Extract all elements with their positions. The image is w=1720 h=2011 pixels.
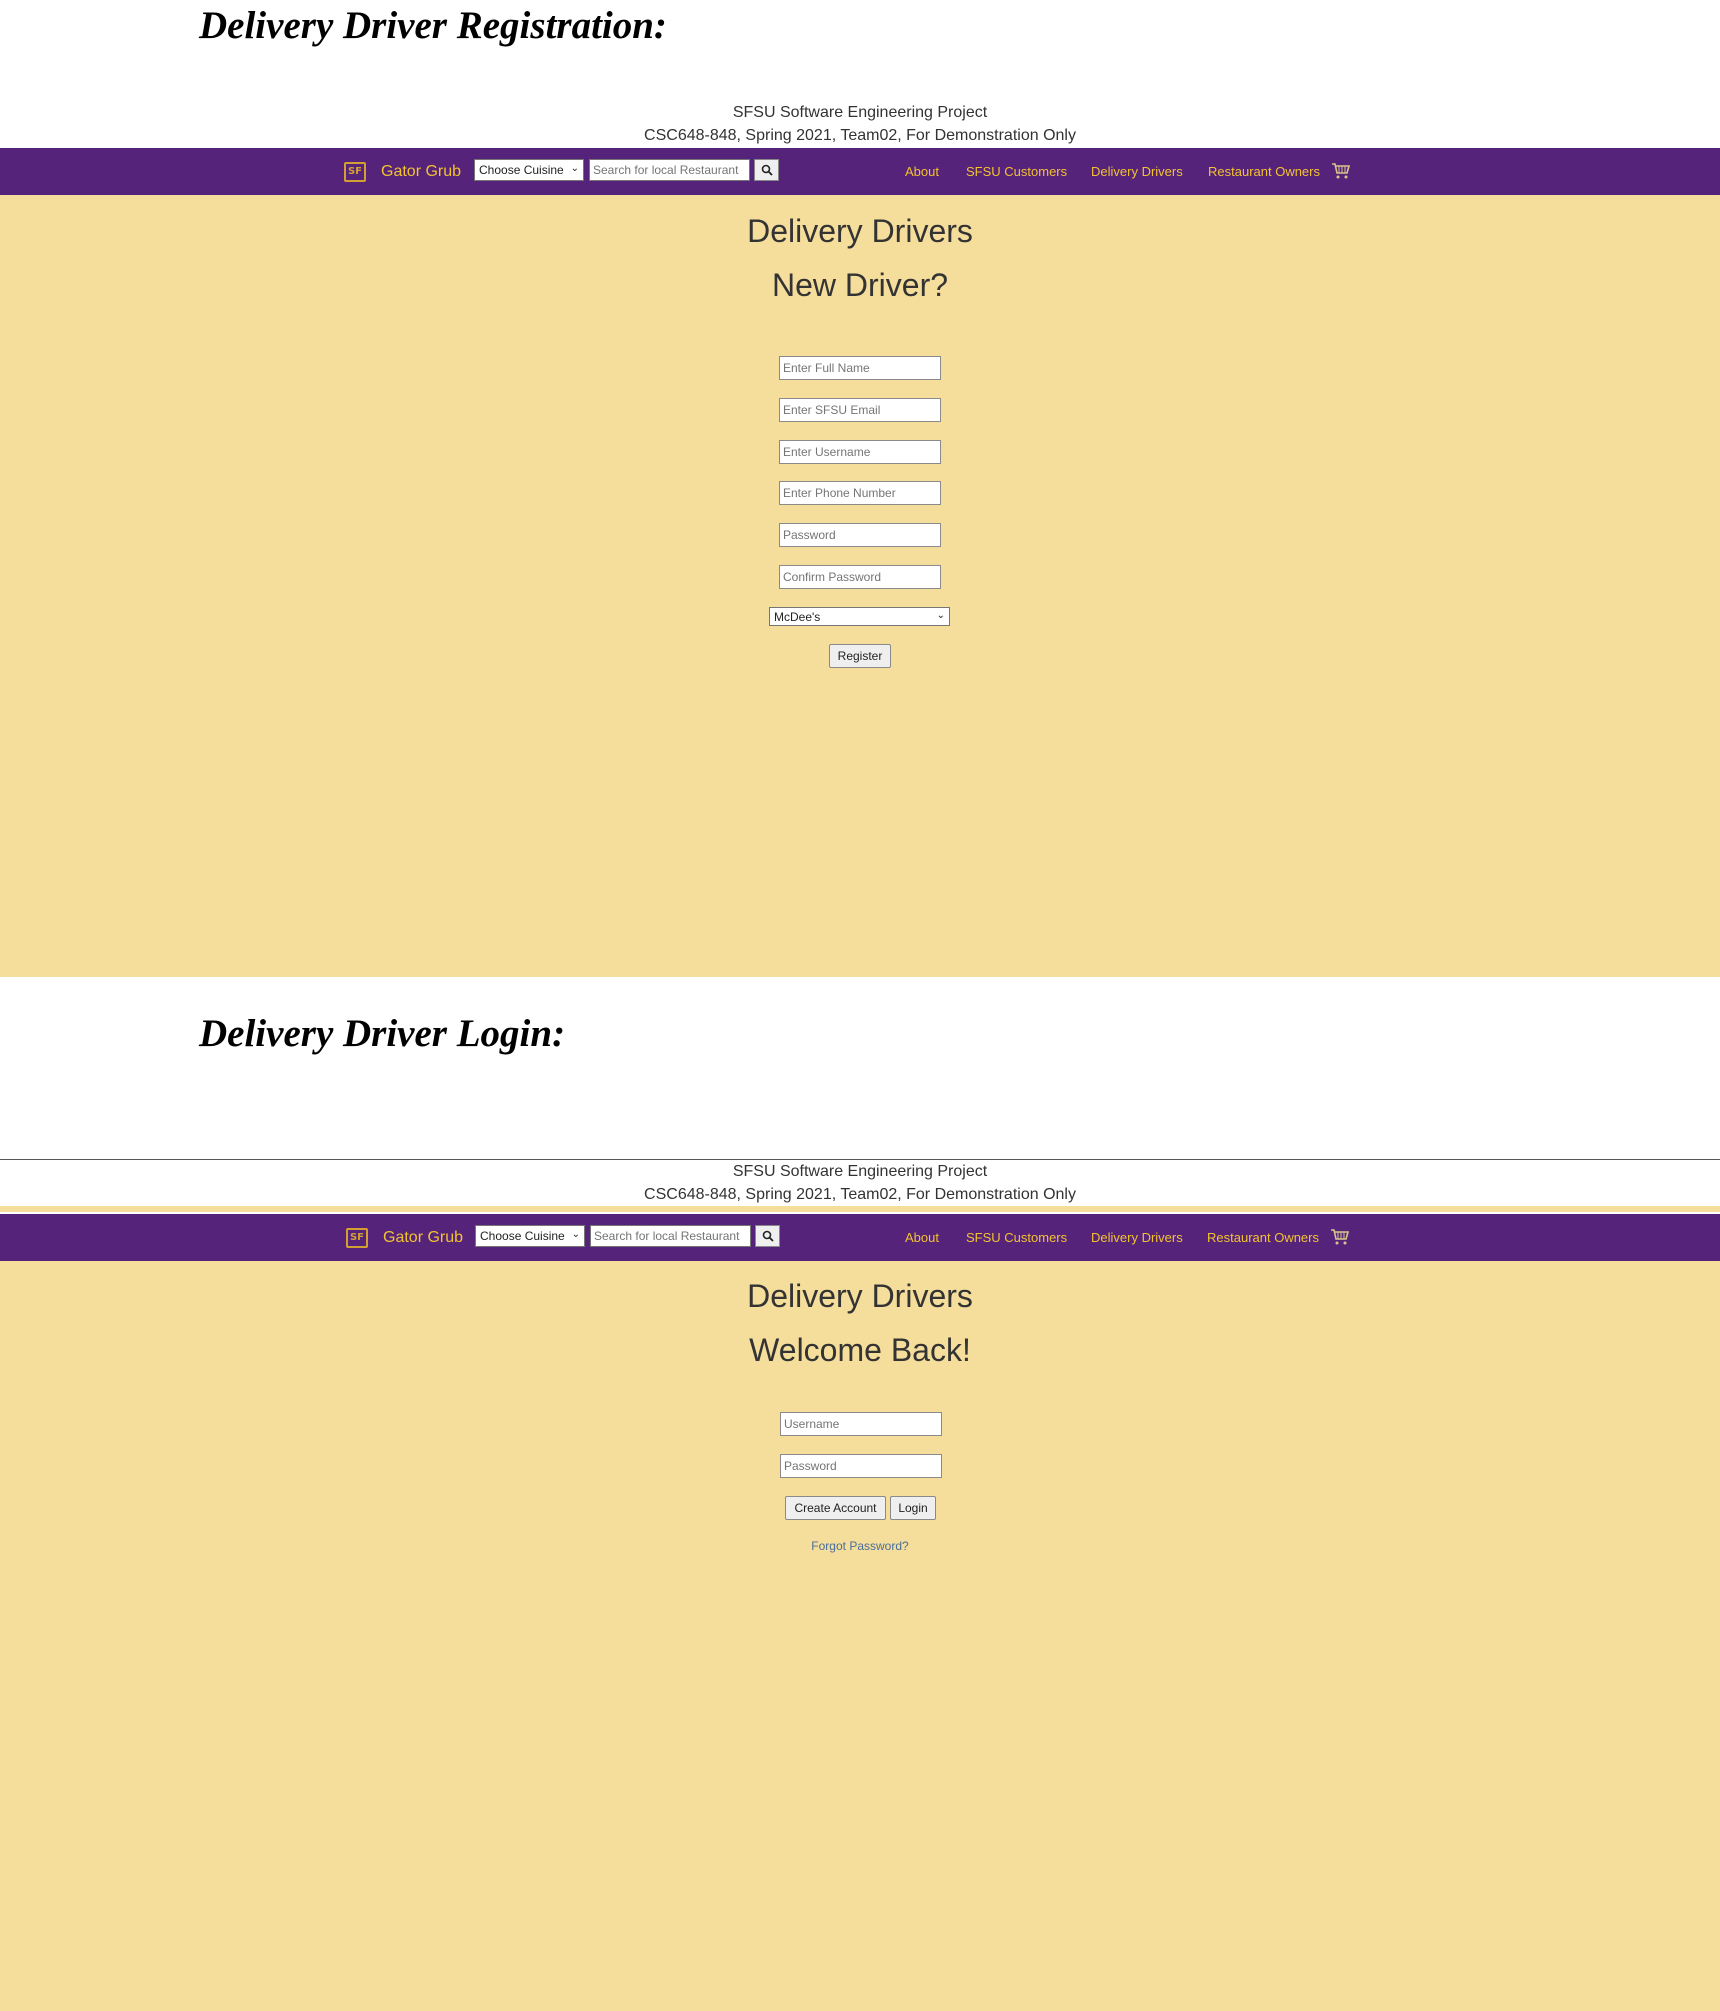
search-icon bbox=[762, 1230, 774, 1242]
chevron-down-icon: ⌄ bbox=[570, 163, 579, 174]
nav-link-restaurant-owners[interactable]: Restaurant Owners bbox=[1207, 1214, 1319, 1261]
password-field[interactable] bbox=[779, 523, 941, 547]
cart-icon[interactable] bbox=[1331, 162, 1351, 180]
confirm-password-field[interactable] bbox=[779, 565, 941, 589]
project-header-line2: CSC648-848, Spring 2021, Team02, For Dem… bbox=[644, 127, 1076, 144]
page-subtitle: Welcome Back! bbox=[749, 1332, 971, 1368]
search-icon bbox=[761, 164, 773, 176]
header-gap-strip bbox=[0, 1206, 1720, 1212]
nav-link-restaurant-owners[interactable]: Restaurant Owners bbox=[1208, 148, 1320, 195]
username-field[interactable] bbox=[779, 440, 941, 464]
logo-icon: SF bbox=[344, 161, 366, 182]
chevron-down-icon: ⌄ bbox=[936, 610, 945, 621]
login-button[interactable]: Login bbox=[890, 1496, 936, 1520]
project-header-line1: SFSU Software Engineering Project bbox=[732, 104, 988, 121]
cuisine-select-value: Choose Cuisine bbox=[479, 163, 564, 177]
nav-link-about[interactable]: About bbox=[905, 1214, 939, 1261]
nav-link-delivery-drivers[interactable]: Delivery Drivers bbox=[1091, 1214, 1183, 1261]
brand-name: Gator Grub bbox=[381, 162, 462, 180]
page-title: Delivery Drivers bbox=[747, 213, 973, 249]
nav-link-sfsu-customers[interactable]: SFSU Customers bbox=[966, 148, 1067, 195]
search-input[interactable] bbox=[590, 1225, 751, 1247]
nav-link-about[interactable]: About bbox=[905, 148, 939, 195]
username-field[interactable] bbox=[780, 1412, 942, 1436]
register-button[interactable]: Register bbox=[829, 644, 891, 668]
search-button[interactable] bbox=[755, 1225, 780, 1247]
search-button[interactable] bbox=[754, 159, 779, 181]
login-section-heading: Delivery Driver Login: bbox=[199, 1012, 566, 1055]
search-input[interactable] bbox=[589, 159, 750, 181]
page-title: Delivery Drivers bbox=[747, 1278, 973, 1314]
cuisine-select[interactable]: Choose Cuisine ⌄ bbox=[475, 1225, 585, 1247]
restaurant-select[interactable]: McDee's ⌄ bbox=[769, 607, 950, 626]
project-header-line1: SFSU Software Engineering Project bbox=[732, 1163, 988, 1180]
cuisine-select-value: Choose Cuisine bbox=[480, 1229, 565, 1243]
project-header-line2: CSC648-848, Spring 2021, Team02, For Dem… bbox=[644, 1186, 1076, 1203]
registration-main: Delivery Drivers New Driver? McDee's ⌄ R… bbox=[0, 195, 1720, 977]
full-name-field[interactable] bbox=[779, 356, 941, 380]
nav-link-sfsu-customers[interactable]: SFSU Customers bbox=[966, 1214, 1067, 1261]
navbar: SF Gator Grub Choose Cuisine ⌄ About SFS… bbox=[0, 148, 1720, 195]
chevron-down-icon: ⌄ bbox=[571, 1229, 580, 1240]
login-main: Delivery Drivers Welcome Back! Create Ac… bbox=[0, 1261, 1720, 2011]
forgot-password-link[interactable]: Forgot Password? bbox=[0, 1539, 1720, 1553]
cuisine-select[interactable]: Choose Cuisine ⌄ bbox=[474, 159, 584, 181]
logo-icon: SF bbox=[346, 1227, 368, 1248]
email-field[interactable] bbox=[779, 398, 941, 422]
phone-field[interactable] bbox=[779, 481, 941, 505]
brand[interactable]: SF Gator Grub bbox=[344, 148, 461, 195]
create-account-button[interactable]: Create Account bbox=[785, 1496, 886, 1520]
project-header: SFSU Software Engineering Project CSC648… bbox=[0, 101, 1720, 147]
project-header: SFSU Software Engineering Project CSC648… bbox=[0, 1160, 1720, 1206]
page-subtitle: New Driver? bbox=[771, 267, 949, 303]
registration-section-heading: Delivery Driver Registration: bbox=[199, 4, 667, 47]
navbar: SF Gator Grub Choose Cuisine ⌄ About SFS… bbox=[0, 1214, 1720, 1261]
brand[interactable]: SF Gator Grub bbox=[346, 1214, 463, 1261]
password-field[interactable] bbox=[780, 1454, 942, 1478]
brand-name: Gator Grub bbox=[383, 1228, 464, 1246]
restaurant-select-value: McDee's bbox=[774, 609, 821, 624]
cart-icon[interactable] bbox=[1330, 1228, 1350, 1246]
nav-link-delivery-drivers[interactable]: Delivery Drivers bbox=[1091, 148, 1183, 195]
